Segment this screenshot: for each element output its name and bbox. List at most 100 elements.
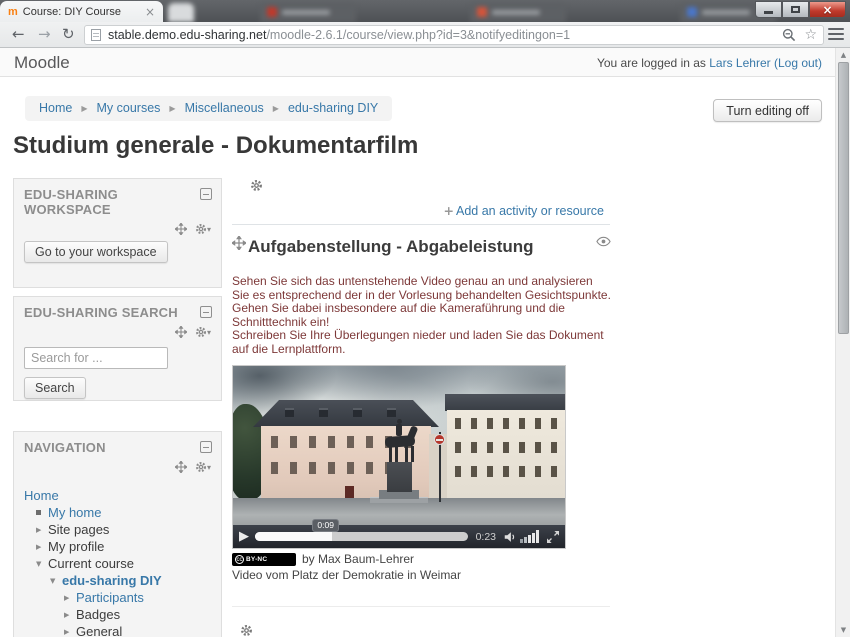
move-block-icon[interactable]	[175, 461, 187, 473]
right-building-roof	[445, 394, 565, 411]
collapse-block-icon[interactable]	[200, 188, 212, 200]
tab-close-icon[interactable]: ×	[143, 6, 157, 18]
chevron-down-icon[interactable]: ▾	[207, 463, 211, 472]
seek-bar[interactable]: 0:09	[255, 532, 468, 541]
add-activity-row: +Add an activity or resource	[444, 203, 604, 218]
turn-editing-off-button[interactable]: Turn editing off	[713, 99, 822, 122]
search-input[interactable]	[24, 347, 168, 369]
collapse-block-icon[interactable]	[200, 441, 212, 453]
nav-item-current-course[interactable]: ▼Current course	[24, 555, 211, 572]
eye-visibility-icon[interactable]	[596, 236, 611, 247]
address-bar[interactable]: stable.demo.edu-sharing.net /moodle-2.6.…	[84, 25, 824, 45]
chevron-right-icon[interactable]: ▶	[64, 611, 76, 619]
cc-by-nc-badge[interactable]: cc BY-NC	[232, 553, 296, 566]
left-building-roof	[253, 400, 439, 427]
chevron-down-icon[interactable]: ▼	[36, 560, 48, 568]
page-viewport: Moodle You are logged in as Lars Lehrer …	[0, 48, 850, 637]
chevron-right-icon[interactable]: ▶	[64, 594, 76, 602]
nav-item-participants[interactable]: ▶Participants	[24, 589, 211, 606]
edit-summary-gear-icon[interactable]	[240, 624, 253, 637]
window-minimize-button[interactable]	[755, 1, 782, 18]
section-divider	[232, 606, 610, 607]
background-tab[interactable]	[168, 3, 194, 22]
nav-item-my-home[interactable]: My home	[24, 504, 211, 521]
bookmark-star-icon[interactable]: ☆	[804, 27, 817, 43]
nav-item-site-pages[interactable]: ▶Site pages	[24, 521, 211, 538]
nav-item-my-profile[interactable]: ▶My profile	[24, 538, 211, 555]
activity-heading: Aufgabenstellung - Abgabeleistung	[248, 237, 534, 257]
chevron-down-icon[interactable]: ▼	[50, 577, 62, 585]
active-tab[interactable]: m Course: DIY Course ×	[0, 1, 163, 22]
user-link[interactable]: Lars Lehrer	[709, 56, 770, 70]
site-logo[interactable]: Moodle	[14, 53, 70, 73]
go-to-workspace-button[interactable]: Go to your workspace	[24, 241, 168, 263]
chevron-right-icon[interactable]: ▶	[64, 628, 76, 636]
gear-icon[interactable]	[195, 223, 207, 235]
fullscreen-icon[interactable]	[547, 531, 559, 543]
gear-icon[interactable]	[195, 461, 207, 473]
play-icon[interactable]: ▶	[239, 530, 249, 543]
nav-item-badges[interactable]: ▶Badges	[24, 606, 211, 623]
scrollbar-thumb[interactable]	[838, 62, 849, 334]
seek-tooltip: 0:09	[312, 519, 339, 532]
statue	[405, 446, 408, 462]
background-tab[interactable]	[470, 3, 566, 22]
nav-item-general[interactable]: ▶General	[24, 623, 211, 637]
chevron-right-icon[interactable]: ▶	[36, 526, 48, 534]
url-path[interactable]: /moodle-2.6.1/course/view.php?id=3&notif…	[266, 28, 778, 42]
chevron-down-icon[interactable]: ▾	[207, 328, 211, 337]
cc-icon: cc	[235, 555, 244, 564]
window-close-button[interactable]: ×	[809, 1, 846, 18]
window-maximize-button[interactable]	[782, 1, 809, 18]
volume-icon[interactable]	[503, 530, 517, 544]
cc-badge-label: BY-NC	[246, 556, 267, 563]
background-tab[interactable]	[260, 3, 356, 22]
breadcrumb-course[interactable]: edu-sharing DIY	[288, 96, 378, 121]
video-caption: Video vom Platz der Demokratie in Weimar	[232, 568, 461, 582]
reload-icon[interactable]: ↻	[62, 25, 75, 43]
attribution-text: by Max Baum-Lehrer	[302, 552, 414, 566]
breadcrumb-miscellaneous[interactable]: Miscellaneous	[185, 96, 264, 121]
volume-level-bars[interactable]	[520, 530, 540, 543]
roof-dormer	[319, 408, 328, 417]
block-title: EDU-SHARING SEARCH	[24, 305, 184, 320]
url-host[interactable]: stable.demo.edu-sharing.net	[108, 28, 266, 42]
description-line: Sehen Sie sich das untenstehende Video g…	[232, 275, 612, 302]
logout-link[interactable]: (Log out)	[774, 56, 822, 70]
scroll-up-icon[interactable]: ▲	[836, 48, 850, 62]
chevron-right-icon[interactable]: ▶	[36, 543, 48, 551]
menu-icon[interactable]	[828, 28, 844, 43]
gear-icon[interactable]	[195, 326, 207, 338]
add-activity-link[interactable]: Add an activity or resource	[456, 204, 604, 218]
roof-dormer	[387, 408, 396, 417]
move-block-icon[interactable]	[175, 326, 187, 338]
breadcrumb-my-courses[interactable]: My courses	[97, 96, 161, 121]
breadcrumb-home[interactable]: Home	[39, 96, 72, 121]
video-frame-weimar-square[interactable]	[233, 366, 565, 526]
collapse-block-icon[interactable]	[200, 306, 212, 318]
forward-icon[interactable]: →	[38, 25, 51, 43]
nav-item-edu-sharing-diy[interactable]: ▼edu-sharing DIY	[24, 572, 211, 589]
zoom-magnifier-icon[interactable]	[782, 28, 796, 42]
monument-pedestal	[387, 462, 412, 492]
background-tabs[interactable]	[160, 0, 760, 22]
login-prefix: You are logged in as	[597, 56, 709, 70]
edit-summary-gear-icon[interactable]	[250, 179, 263, 192]
page-scrollbar[interactable]: ▲ ▼	[835, 48, 850, 637]
chevron-right-icon: ▶	[81, 96, 87, 121]
statue	[395, 446, 398, 462]
section-divider	[232, 224, 610, 225]
chevron-down-icon[interactable]: ▾	[207, 225, 211, 234]
video-player[interactable]: ▶ 0:09 0:23	[232, 365, 566, 549]
scroll-down-icon[interactable]: ▼	[836, 623, 850, 637]
move-activity-icon[interactable]	[232, 236, 246, 250]
back-icon[interactable]: ←	[12, 25, 25, 43]
search-button[interactable]: Search	[24, 377, 86, 399]
move-block-icon[interactable]	[175, 223, 187, 235]
video-duration: 0:23	[476, 531, 496, 543]
statue	[397, 419, 402, 424]
page-icon[interactable]	[91, 29, 101, 41]
chevron-right-icon: ▶	[169, 96, 175, 121]
statue	[411, 446, 414, 462]
nav-item-home[interactable]: Home	[24, 487, 211, 504]
